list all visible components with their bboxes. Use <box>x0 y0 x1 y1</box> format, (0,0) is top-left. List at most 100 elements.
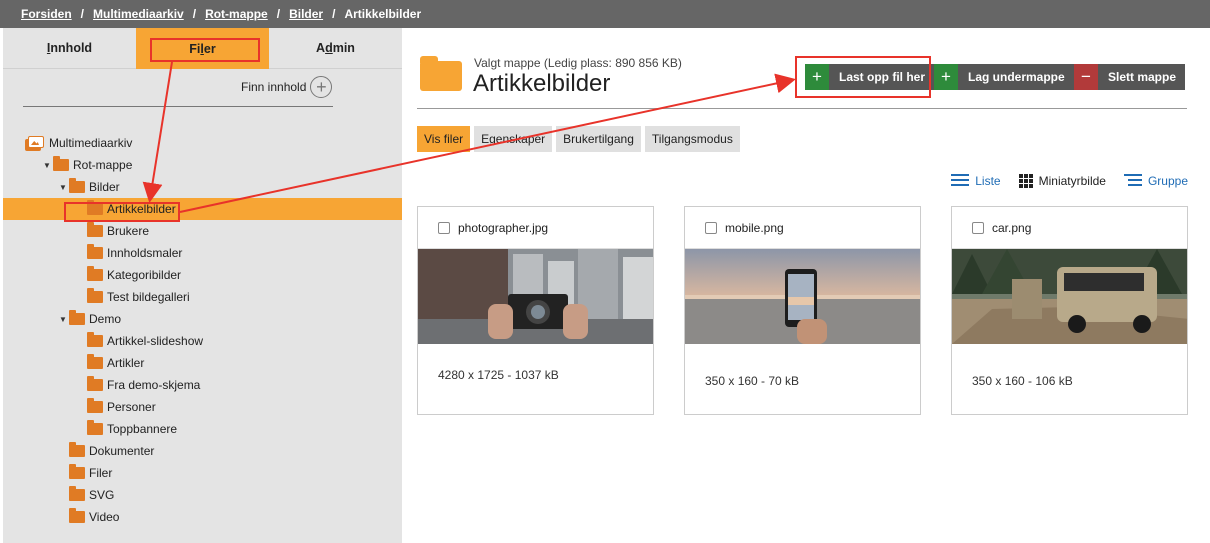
mobile-image <box>685 249 920 344</box>
divider <box>417 108 1187 109</box>
file-meta: 350 x 160 - 106 kB <box>972 374 1073 388</box>
tree-item[interactable]: Kategoribilder <box>3 264 402 286</box>
folder-icon <box>87 244 103 259</box>
folder-icon <box>87 288 103 303</box>
tree-item[interactable]: Personer <box>3 396 402 418</box>
tree-item-label: Video <box>89 510 120 524</box>
folder-icon <box>69 464 85 479</box>
file-checkbox[interactable] <box>972 221 984 234</box>
find-content-label: Finn innhold <box>241 80 307 94</box>
file-checkbox[interactable] <box>438 221 450 234</box>
tree-item[interactable]: Multimediaarkiv <box>3 132 402 154</box>
folder-icon <box>420 56 462 91</box>
tree-item[interactable]: Artikkel-slideshow <box>3 330 402 352</box>
tree-item[interactable]: ▼ Rot-mappe <box>3 154 402 176</box>
tree-item[interactable]: Dokumenter <box>3 440 402 462</box>
tree-item[interactable]: Innholdsmaler <box>3 242 402 264</box>
tree-item-label: Demo <box>89 312 122 326</box>
caret-down-icon[interactable]: ▼ <box>43 161 53 170</box>
tab-vis-filer[interactable]: Vis filer <box>417 126 471 152</box>
tree-item[interactable]: Toppbannere <box>3 418 402 440</box>
archive-icon <box>25 135 45 151</box>
tab-brukertilgang[interactable]: Brukertilgang <box>556 126 641 152</box>
tree-item[interactable]: Filer <box>3 462 402 484</box>
file-card-photographer[interactable]: photographer.jpg 4280 x 1725 - 1037 kB <box>417 206 654 415</box>
breadcrumb-link-rot-mappe[interactable]: Rot-mappe <box>205 7 268 21</box>
delete-folder-button[interactable]: − Slett mappe <box>1074 64 1186 90</box>
tree-item-label: Dokumenter <box>89 444 155 458</box>
file-thumbnail-photographer[interactable] <box>418 249 653 344</box>
car-image <box>952 249 1187 344</box>
annotation-box-artikkelbilder <box>64 202 180 222</box>
tree-item[interactable]: ▼ Bilder <box>3 176 402 198</box>
view-list-button[interactable]: Liste <box>951 173 1001 189</box>
breadcrumb: Forsiden / Multimediaarkiv / Rot-mappe / Bi… <box>0 0 1210 28</box>
folder-tree: Multimediaarkiv ▼ Rot-mappe ▼ Bilder Artikkel… <box>3 132 402 528</box>
tab-innhold[interactable]: Innhold <box>3 28 136 69</box>
file-card-header: car.png <box>952 207 1187 249</box>
create-subfolder-button[interactable]: + Lag undermappe <box>934 64 1074 90</box>
tree-item-label: SVG <box>89 488 115 502</box>
folder-tabs: Vis filer Egenskaper Brukertilgang Tilga… <box>417 126 740 152</box>
tab-tilgangsmodus[interactable]: Tilgangsmodus <box>644 126 740 152</box>
breadcrumb-current: Artikkelbilder <box>344 7 422 21</box>
tree-item-label: Rot-mappe <box>73 158 133 172</box>
photographer-image <box>418 249 653 344</box>
tree-item-label: Artikkel-slideshow <box>107 334 204 348</box>
folder-icon <box>87 354 103 369</box>
find-content-button[interactable]: Finn innhold + <box>241 76 333 98</box>
tree-item[interactable]: SVG <box>3 484 402 506</box>
breadcrumb-link-bilder[interactable]: Bilder <box>289 7 323 21</box>
view-group-button[interactable]: Gruppe <box>1123 173 1188 189</box>
breadcrumb-link-multimediaarkiv[interactable]: Multimediaarkiv <box>93 7 184 21</box>
plus-circle-icon: + <box>310 76 333 98</box>
breadcrumb-link-forsiden[interactable]: Forsiden <box>21 7 72 21</box>
folder-icon <box>69 178 85 193</box>
file-checkbox[interactable] <box>705 221 717 234</box>
file-name: photographer.jpg <box>458 220 549 235</box>
file-meta: 4280 x 1725 - 1037 kB <box>438 368 559 382</box>
caret-down-icon[interactable]: ▼ <box>59 183 69 192</box>
tree-item[interactable]: Brukere <box>3 220 402 242</box>
folder-icon <box>87 222 103 237</box>
folder-icon <box>87 420 103 435</box>
tree-item[interactable]: Test bildegalleri <box>3 286 402 308</box>
tree-item-label: Filer <box>89 466 113 480</box>
folder-icon <box>87 376 103 391</box>
tree-item-label: Innholdsmaler <box>107 246 183 260</box>
tree-item[interactable]: Artikkelbilder <box>3 198 402 220</box>
tree-item[interactable]: Artikler <box>3 352 402 374</box>
folder-subtitle: Valgt mappe (Ledig plass: 890 856 KB) <box>474 56 682 70</box>
tree-item-label: Test bildegalleri <box>107 290 190 304</box>
folder-icon <box>87 332 103 347</box>
folder-icon <box>53 156 69 171</box>
tree-item-label: Fra demo-skjema <box>107 378 201 392</box>
tree-item-label: Multimediaarkiv <box>49 136 133 150</box>
folder-icon <box>87 266 103 281</box>
tree-item-label: Brukere <box>107 224 150 238</box>
folder-icon <box>69 442 85 457</box>
page-title: Artikkelbilder <box>473 70 611 97</box>
file-name: car.png <box>992 220 1032 235</box>
tab-egenskaper[interactable]: Egenskaper <box>474 126 553 152</box>
file-card-header: photographer.jpg <box>418 207 653 249</box>
folder-icon <box>69 310 85 325</box>
folder-icon <box>69 486 85 501</box>
tree-item[interactable]: ▼ Demo <box>3 308 402 330</box>
plus-icon: + <box>934 64 958 90</box>
caret-down-icon[interactable]: ▼ <box>59 315 69 324</box>
file-card-car[interactable]: car.png 350 x 160 - 106 kB <box>951 206 1188 415</box>
tree-item[interactable]: Fra demo-skjema <box>3 374 402 396</box>
file-card-header: mobile.png <box>685 207 920 249</box>
file-thumbnail-car[interactable] <box>952 249 1187 344</box>
file-meta: 350 x 160 - 70 kB <box>705 374 800 388</box>
view-thumbnail-button[interactable]: Miniatyrbilde <box>1018 173 1106 189</box>
file-card-mobile[interactable]: mobile.png 350 x 160 - 70 kB <box>684 206 921 415</box>
tree-item[interactable]: Video <box>3 506 402 528</box>
view-switcher: Liste Miniatyrbilde Gruppe <box>951 173 1188 189</box>
file-thumbnail-mobile[interactable] <box>685 249 920 344</box>
tree-item-label: Bilder <box>89 180 120 194</box>
tab-admin[interactable]: Ad min <box>269 28 402 69</box>
divider <box>23 106 333 107</box>
sidebar: Innhold Fi l er Ad min Finn innhold + Multi… <box>3 28 402 543</box>
